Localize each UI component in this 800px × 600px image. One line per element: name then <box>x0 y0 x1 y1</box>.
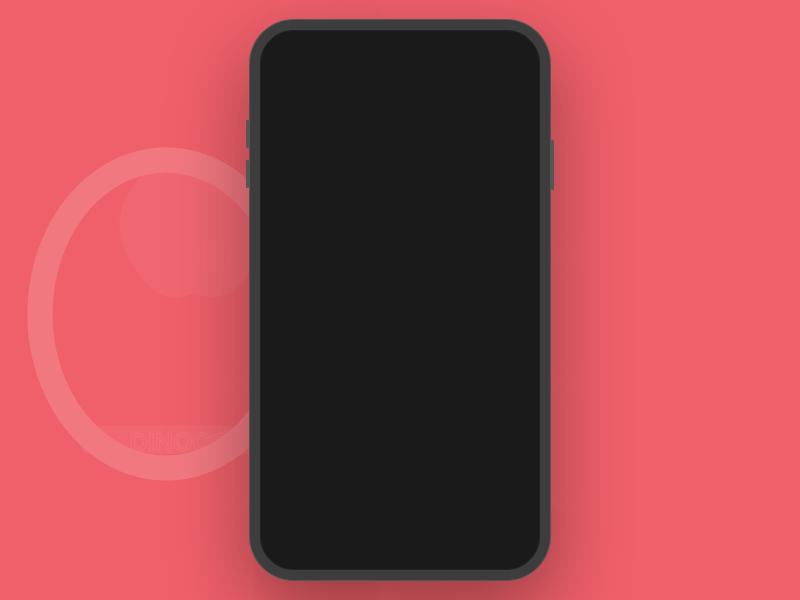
toggle-password-icon[interactable] <box>492 301 506 316</box>
terms-link[interactable]: Terms & Conditions <box>393 379 480 390</box>
facebook-button[interactable]: f facebook <box>284 474 395 509</box>
google-button[interactable]: Google <box>403 474 516 509</box>
already-account-row: Already have an account? Login <box>327 519 473 530</box>
terms-checkbox[interactable] <box>284 378 296 390</box>
google-label: Google <box>449 485 488 499</box>
home-indicator <box>360 550 440 554</box>
or-divider: Or Sign Up With <box>284 453 516 464</box>
facebook-label: facebook <box>318 485 371 499</box>
phone-screen: DINOCO SIGN UP LOG IN <box>260 30 540 570</box>
facebook-icon: f <box>308 484 312 499</box>
terms-row: I have accepted the Terms & Conditions <box>284 378 516 390</box>
volume-button-down <box>246 160 249 188</box>
tab-signup[interactable]: SIGN UP <box>288 160 345 181</box>
tab-divider <box>284 197 516 198</box>
login-link[interactable]: Login <box>446 519 473 530</box>
last-name-input[interactable] <box>404 212 516 244</box>
google-icon <box>431 484 443 499</box>
confirm-password-input[interactable] <box>284 332 516 364</box>
social-buttons: f facebook Google <box>284 474 516 509</box>
or-text: Or Sign Up With <box>364 453 436 464</box>
or-line-right <box>444 458 516 459</box>
password-input[interactable] <box>284 292 516 324</box>
signup-button[interactable]: SIGN UP <box>284 402 516 441</box>
phone-device: DINOCO SIGN UP LOG IN <box>250 20 550 580</box>
dinoco-logo: DINOCO <box>355 72 445 137</box>
screen-content: DINOCO SIGN UP LOG IN <box>260 30 540 570</box>
volume-button-up <box>246 120 249 148</box>
email-input[interactable] <box>284 252 516 284</box>
auth-tabs: SIGN UP LOG IN <box>284 160 409 181</box>
name-row <box>284 212 516 244</box>
first-name-input[interactable] <box>284 212 396 244</box>
svg-text:DINOCO: DINOCO <box>130 429 231 457</box>
or-line-left <box>284 458 356 459</box>
svg-text:DINOCO: DINOCO <box>383 122 418 131</box>
power-button <box>551 140 554 190</box>
password-field-wrapper <box>284 292 516 324</box>
logo-container: DINOCO <box>355 72 445 142</box>
tab-login[interactable]: LOG IN <box>361 160 409 181</box>
terms-label-text: I have accepted the Terms & Conditions <box>303 379 480 390</box>
